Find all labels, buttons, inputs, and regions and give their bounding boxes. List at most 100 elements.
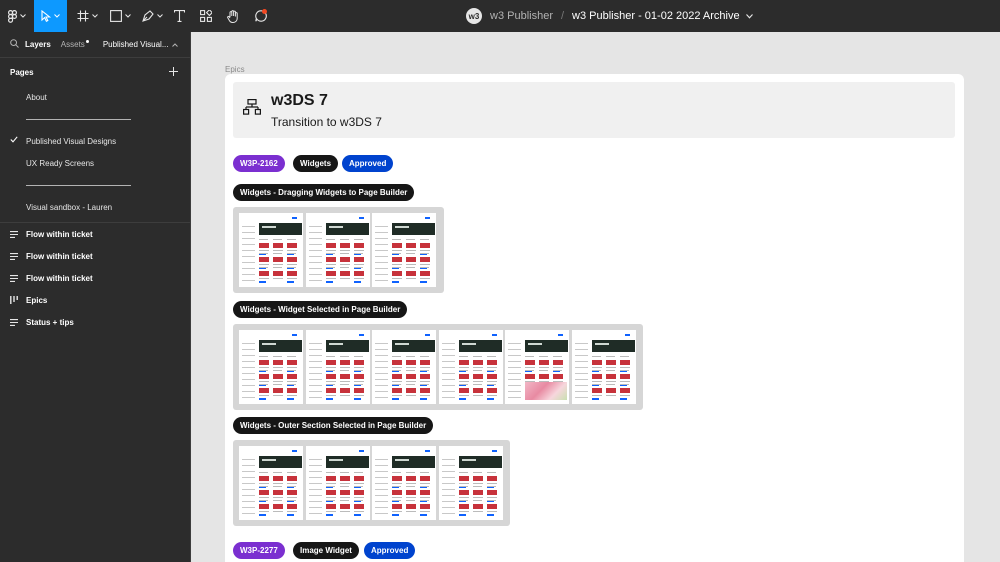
text-line — [325, 483, 336, 484]
resources-button[interactable] — [197, 0, 215, 32]
add-page-icon[interactable] — [169, 66, 178, 78]
file-name[interactable]: w3 Publisher - 01-02 2022 Archive — [572, 10, 740, 22]
card-image — [406, 243, 416, 248]
project-name[interactable]: w3 Publisher — [490, 10, 553, 22]
frame-tool-button[interactable] — [74, 0, 100, 32]
page-thumbnail[interactable] — [372, 330, 436, 404]
card-image — [259, 476, 269, 481]
page-banner — [458, 340, 502, 352]
page-thumbnail[interactable] — [305, 213, 370, 287]
card-image — [392, 360, 402, 365]
text-line — [339, 500, 349, 501]
widget-panel — [308, 223, 322, 283]
text-line — [325, 511, 336, 512]
card-image — [605, 374, 616, 379]
layer-item-epics[interactable]: Epics — [0, 289, 190, 311]
page-item-about[interactable]: About — [0, 86, 190, 108]
text-line — [287, 367, 297, 368]
layer-item-flow-within-ticket[interactable]: Flow within ticket — [0, 223, 190, 245]
layer-item-status-tips[interactable]: Status + tips — [0, 311, 190, 333]
page-label: UX Ready Screens — [26, 158, 95, 168]
page-thumbnail[interactable] — [372, 213, 436, 287]
tab-layers[interactable]: Layers — [25, 40, 51, 49]
text-line — [273, 264, 283, 265]
current-page-selector[interactable]: Published Visual... — [103, 40, 169, 49]
text-line — [273, 486, 282, 487]
text-line — [259, 370, 268, 371]
card-image — [325, 360, 336, 365]
text-line — [273, 500, 282, 501]
card-image — [259, 360, 269, 365]
chevron-down-icon — [156, 14, 163, 18]
search-icon[interactable] — [10, 39, 19, 50]
text-line — [273, 250, 283, 251]
text-line — [392, 486, 401, 487]
chevron-up-icon[interactable] — [172, 40, 179, 49]
page-item-published-visual-designs[interactable]: Published Visual Designs — [0, 130, 190, 152]
hand-tool-button[interactable] — [224, 0, 242, 32]
card-image — [525, 360, 535, 365]
card-image — [259, 374, 269, 379]
text-line — [406, 370, 415, 371]
page-thumbnail[interactable] — [505, 330, 569, 404]
text-line — [392, 367, 402, 368]
card-image — [273, 360, 283, 365]
main-menu-button[interactable] — [0, 0, 34, 32]
page-thumbnail[interactable] — [239, 446, 303, 520]
selection-marker — [425, 217, 430, 219]
pen-tool-button[interactable] — [139, 0, 165, 32]
selection-marker — [491, 334, 497, 336]
comment-tool-button[interactable] — [252, 0, 270, 32]
page-thumbnail[interactable] — [438, 446, 503, 520]
card-image — [353, 504, 364, 509]
thumbnail-group — [233, 440, 510, 526]
card-image — [273, 490, 283, 495]
card-button — [325, 514, 333, 516]
page-item-visual-sandbox[interactable]: Visual sandbox - Lauren — [0, 196, 190, 218]
card-image — [605, 360, 616, 365]
card-image — [339, 476, 350, 481]
card-image — [259, 388, 269, 393]
card-button — [420, 281, 427, 283]
card-image — [392, 271, 402, 276]
card-image — [553, 360, 563, 365]
text-line — [287, 500, 296, 501]
page-thumbnail[interactable] — [571, 330, 636, 404]
epics-frame[interactable]: w3DS 7 Transition to w3DS 7 W3P-2162 Wid… — [225, 74, 964, 562]
page-thumbnail[interactable] — [305, 446, 370, 520]
text-line — [273, 483, 283, 484]
chevron-down-icon[interactable] — [745, 10, 753, 22]
text-line — [619, 370, 629, 371]
card-image — [287, 243, 297, 248]
page-item-ux-ready-screens[interactable]: UX Ready Screens — [0, 152, 190, 174]
card-button — [486, 514, 494, 516]
text-line — [420, 356, 429, 357]
page-thumbnail[interactable] — [239, 213, 303, 287]
text-line — [325, 384, 335, 385]
text-line — [420, 497, 430, 498]
text-line — [486, 381, 497, 382]
page-thumbnail[interactable] — [305, 330, 370, 404]
text-tool-button[interactable] — [170, 0, 188, 32]
tab-assets[interactable]: Assets — [61, 40, 89, 49]
layer-item-flow-within-ticket[interactable]: Flow within ticket — [0, 267, 190, 289]
page-thumbnail[interactable] — [372, 446, 436, 520]
card-image — [458, 490, 469, 495]
design-canvas[interactable]: Epics w3DS 7 Transition to w3DS 7 W3P-21… — [192, 32, 1000, 562]
card-image — [420, 388, 430, 393]
widget-panel — [375, 456, 388, 516]
text-line — [325, 278, 336, 279]
frame-label[interactable]: Epics — [225, 65, 245, 74]
text-line — [420, 264, 430, 265]
shape-tool-button[interactable] — [107, 0, 133, 32]
page-thumbnail[interactable] — [438, 330, 503, 404]
card-button — [287, 398, 294, 400]
card-image — [287, 476, 297, 481]
text-line — [525, 356, 534, 357]
text-line — [472, 395, 483, 396]
layer-item-flow-within-ticket[interactable]: Flow within ticket — [0, 245, 190, 267]
text-line — [259, 239, 268, 240]
page-thumbnail[interactable] — [239, 330, 303, 404]
text-line — [420, 395, 430, 396]
move-tool-button[interactable] — [34, 0, 67, 32]
